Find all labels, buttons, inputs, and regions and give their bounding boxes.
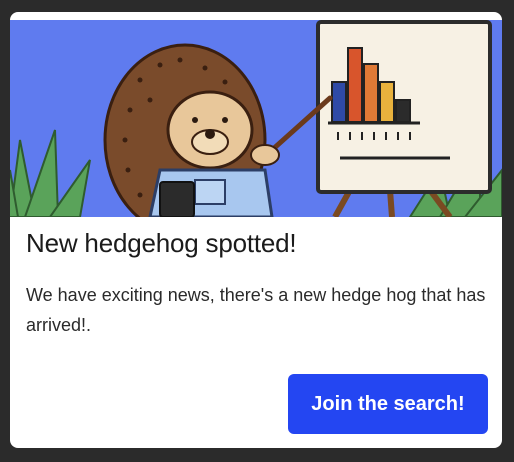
news-card: New hedgehog spotted! We have exciting n… <box>10 12 502 448</box>
join-search-button[interactable]: Join the search! <box>288 374 488 434</box>
hedgehog-presenting-chart-icon <box>10 20 502 217</box>
card-title: New hedgehog spotted! <box>26 228 297 258</box>
hero-illustration <box>10 20 502 217</box>
card-body-text: We have exciting news, there's a new hed… <box>26 285 486 335</box>
